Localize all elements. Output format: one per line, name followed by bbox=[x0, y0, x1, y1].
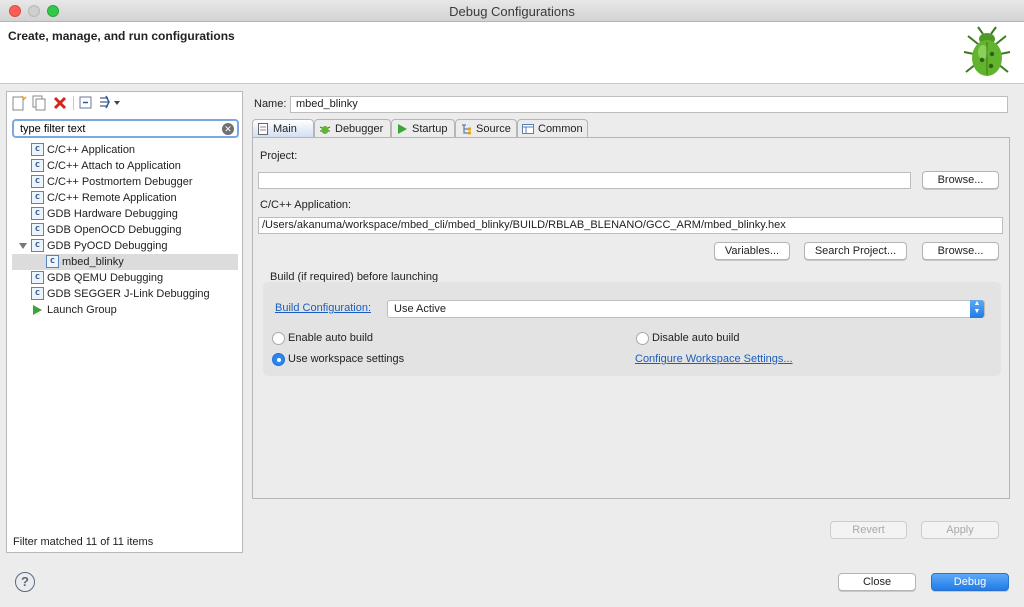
tree-item-cpp-attach[interactable]: c C/C++ Attach to Application bbox=[7, 158, 242, 174]
disable-auto-build-radio[interactable] bbox=[636, 332, 649, 345]
c-config-icon: c bbox=[31, 175, 44, 188]
application-label: C/C++ Application: bbox=[260, 199, 352, 211]
main-tab-icon bbox=[258, 123, 268, 135]
tree-item-label: C/C++ Postmortem Debugger bbox=[47, 176, 193, 188]
build-configuration-link[interactable]: Build Configuration: bbox=[275, 302, 371, 314]
tree-item-label: C/C++ Attach to Application bbox=[47, 160, 181, 172]
main-tab-panel: Project: Browse... C/C++ Application: /U… bbox=[252, 137, 1010, 499]
application-input[interactable]: /Users/akanuma/workspace/mbed_cli/mbed_b… bbox=[258, 217, 1003, 234]
variables-button[interactable]: Variables... bbox=[714, 242, 790, 260]
filter-status: Filter matched 11 of 11 items bbox=[13, 536, 154, 548]
build-configuration-value: Use Active bbox=[394, 303, 446, 315]
use-workspace-settings-radio[interactable] bbox=[272, 353, 285, 366]
tab-label: Source bbox=[476, 123, 511, 135]
close-button[interactable]: Close bbox=[838, 573, 916, 591]
config-tree: c C/C++ Application c C/C++ Attach to Ap… bbox=[7, 142, 242, 318]
tree-item-label: GDB QEMU Debugging bbox=[47, 272, 164, 284]
tree-item-mbed-blinky[interactable]: c mbed_blinky bbox=[12, 254, 238, 270]
tree-item-label: C/C++ Remote Application bbox=[47, 192, 177, 204]
c-config-icon: c bbox=[46, 255, 59, 268]
project-input[interactable] bbox=[258, 172, 911, 189]
dialog-header: Create, manage, and run configurations bbox=[0, 22, 1024, 84]
browse-project-button[interactable]: Browse... bbox=[922, 171, 999, 189]
tree-item-label: GDB SEGGER J-Link Debugging bbox=[47, 288, 210, 300]
tab-label: Startup bbox=[412, 123, 448, 135]
build-configuration-select[interactable]: Use Active ▲ ▼ bbox=[387, 300, 985, 318]
project-label: Project: bbox=[260, 150, 298, 162]
c-config-icon: c bbox=[31, 207, 44, 220]
title-bar: Debug Configurations bbox=[0, 0, 1024, 22]
tree-item-cpp-application[interactable]: c C/C++ Application bbox=[7, 142, 242, 158]
name-input[interactable]: mbed_blinky bbox=[290, 96, 1008, 113]
tree-item-label: mbed_blinky bbox=[62, 256, 124, 268]
disable-auto-build-label[interactable]: Disable auto build bbox=[652, 332, 739, 344]
c-config-icon: c bbox=[31, 239, 44, 252]
filter-input[interactable] bbox=[20, 121, 220, 136]
tree-item-gdb-jlink[interactable]: c GDB SEGGER J-Link Debugging bbox=[7, 286, 242, 302]
build-group: Build Configuration: Use Active ▲ ▼ Enabl… bbox=[263, 282, 1001, 376]
common-tab-icon bbox=[522, 124, 534, 134]
tree-item-gdb-qemu[interactable]: c GDB QEMU Debugging bbox=[7, 270, 242, 286]
window-title: Debug Configurations bbox=[449, 4, 575, 19]
collapse-all-icon[interactable] bbox=[78, 95, 94, 111]
delete-config-icon[interactable] bbox=[52, 95, 68, 111]
c-config-icon: c bbox=[31, 271, 44, 284]
apply-button[interactable]: Apply bbox=[921, 521, 999, 539]
duplicate-config-icon[interactable] bbox=[31, 95, 47, 111]
enable-auto-build-label[interactable]: Enable auto build bbox=[288, 332, 373, 344]
use-workspace-settings-label[interactable]: Use workspace settings bbox=[288, 353, 404, 365]
tab-debugger[interactable]: Debugger bbox=[314, 119, 391, 138]
tab-label: Debugger bbox=[335, 123, 384, 135]
c-config-icon: c bbox=[31, 143, 44, 156]
new-config-icon[interactable] bbox=[11, 95, 27, 111]
debug-button[interactable]: Debug bbox=[931, 573, 1009, 591]
name-label: Name: bbox=[254, 98, 287, 110]
chevron-up-down-icon: ▲ ▼ bbox=[970, 300, 984, 318]
enable-auto-build-radio[interactable] bbox=[272, 332, 285, 345]
debugger-tab-icon bbox=[319, 126, 331, 134]
tree-item-label: Launch Group bbox=[47, 304, 117, 316]
source-tab-icon bbox=[462, 124, 471, 135]
tab-source[interactable]: Source bbox=[455, 119, 517, 138]
tab-label: Common bbox=[538, 123, 583, 135]
tree-item-cpp-postmortem[interactable]: c C/C++ Postmortem Debugger bbox=[7, 174, 242, 190]
revert-button[interactable]: Revert bbox=[830, 521, 907, 539]
tree-item-label: GDB Hardware Debugging bbox=[47, 208, 178, 220]
tree-item-label: GDB OpenOCD Debugging bbox=[47, 224, 182, 236]
toolbar-separator bbox=[73, 96, 74, 110]
tree-item-gdb-openocd[interactable]: c GDB OpenOCD Debugging bbox=[7, 222, 242, 238]
help-icon[interactable]: ? bbox=[15, 572, 35, 592]
bug-icon bbox=[963, 26, 1011, 76]
configure-workspace-settings-link[interactable]: Configure Workspace Settings... bbox=[635, 353, 793, 365]
c-config-icon: c bbox=[31, 287, 44, 300]
tree-item-label: GDB PyOCD Debugging bbox=[47, 240, 168, 252]
search-project-button[interactable]: Search Project... bbox=[804, 242, 907, 260]
tree-item-cpp-remote[interactable]: c C/C++ Remote Application bbox=[7, 190, 242, 206]
configuration-list-panel: ✕ c C/C++ Application c C/C++ Attach to … bbox=[6, 91, 243, 553]
tab-label: Main bbox=[273, 123, 297, 135]
c-config-icon: c bbox=[31, 191, 44, 204]
c-config-icon: c bbox=[31, 223, 44, 236]
clear-filter-icon[interactable]: ✕ bbox=[222, 123, 234, 135]
tab-startup[interactable]: Startup bbox=[391, 119, 455, 138]
startup-tab-icon bbox=[398, 124, 407, 134]
tree-item-label: C/C++ Application bbox=[47, 144, 136, 156]
browse-application-button[interactable]: Browse... bbox=[922, 242, 999, 260]
launch-icon bbox=[33, 305, 42, 315]
tree-item-gdb-pyocd[interactable]: c GDB PyOCD Debugging bbox=[7, 238, 242, 254]
filter-menu-icon[interactable] bbox=[97, 95, 121, 111]
config-toolbar bbox=[7, 92, 242, 114]
tree-item-launch-group[interactable]: Launch Group bbox=[7, 302, 242, 318]
tab-common[interactable]: Common bbox=[517, 119, 588, 138]
c-config-icon: c bbox=[31, 159, 44, 172]
expand-toggle-icon[interactable] bbox=[19, 243, 27, 249]
filter-field[interactable]: ✕ bbox=[12, 119, 239, 138]
header-title: Create, manage, and run configurations bbox=[8, 29, 235, 43]
tab-main[interactable]: Main bbox=[252, 119, 314, 138]
tree-item-gdb-hardware[interactable]: c GDB Hardware Debugging bbox=[7, 206, 242, 222]
